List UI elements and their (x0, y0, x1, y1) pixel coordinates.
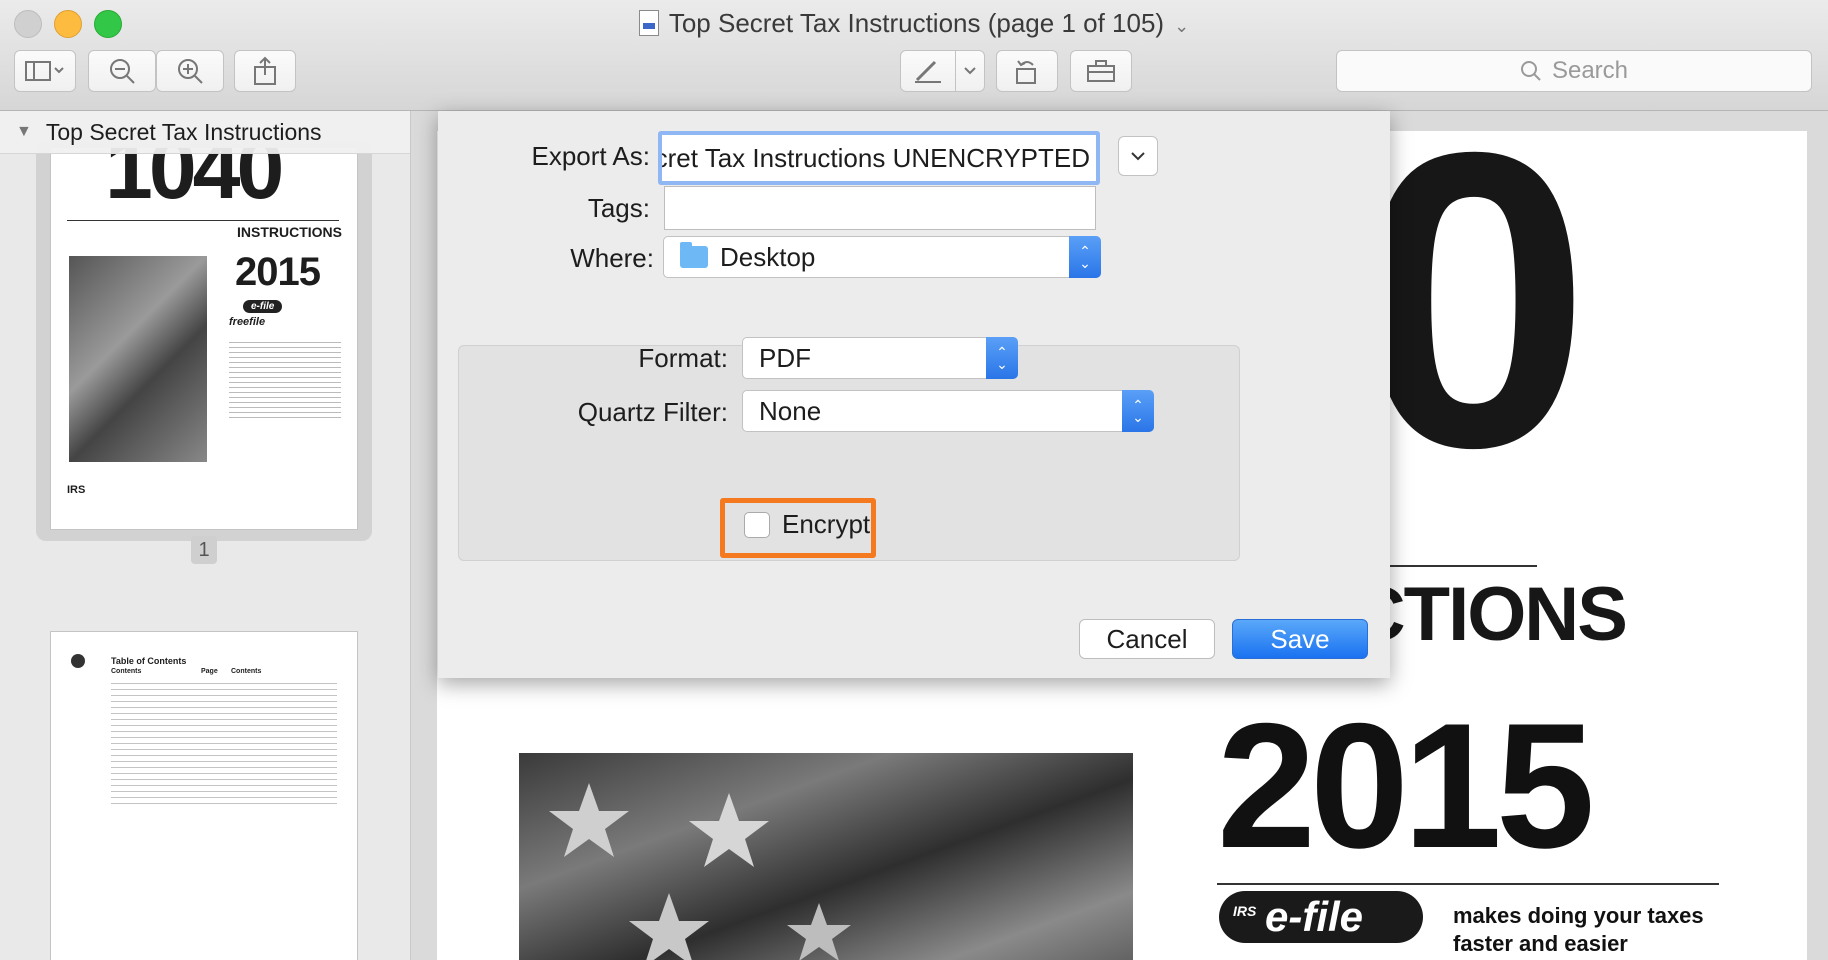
thumb2-seal-icon (71, 654, 85, 668)
thumb-seal-icon: IRS (67, 484, 86, 496)
disclosure-triangle-icon[interactable]: ▼ (16, 123, 32, 141)
export-as-field[interactable]: Secret Tax Instructions UNENCRYPTED (658, 131, 1100, 185)
sidebar-document-header[interactable]: ▼ Top Secret Tax Instructions (0, 111, 410, 154)
thumb-freefile: freefile (229, 316, 266, 328)
thumb-year: 2015 (235, 250, 321, 294)
chevron-down-icon (964, 67, 976, 75)
page-tagline: makes doing your taxes (1453, 903, 1704, 928)
rotate-button[interactable] (996, 50, 1058, 92)
popup-stepper-icon: ⌃ ⌄ (1069, 236, 1101, 278)
encrypt-checkbox[interactable] (744, 512, 770, 538)
search-placeholder: Search (1551, 57, 1629, 84)
flag-stars (549, 783, 851, 960)
sidebar-icon (25, 61, 64, 81)
format-value: PDF (759, 342, 811, 373)
page-number-badge: 1 (191, 536, 217, 564)
save-button[interactable]: Save (1232, 619, 1368, 659)
chevron-down-icon: ⌄ (1174, 16, 1190, 36)
tags-field[interactable] (664, 186, 1096, 230)
zoom-out-button[interactable] (88, 50, 156, 92)
window-title-text: Top Secret Tax Instructions (page 1 of 1… (668, 8, 1165, 38)
efile-prefix: IRS (1233, 903, 1257, 919)
efile-logo-text: e-file (1265, 893, 1364, 940)
share-icon (254, 56, 276, 85)
search-icon (1520, 61, 1541, 81)
pen-icon (915, 60, 941, 83)
window-toolbar: Top Secret Tax Instructions (page 1 of 1… (0, 0, 1828, 111)
expand-dialog-button[interactable] (1118, 136, 1158, 176)
thumb-flag-photo (69, 256, 207, 462)
thumb2-toc-lines (111, 678, 337, 808)
export-dialog: Export As: Secret Tax Instructions UNENC… (438, 111, 1390, 678)
sidebar-view-button[interactable] (14, 50, 76, 92)
page-thumbnail-2[interactable]: Table of Contents Contents Page Contents (50, 631, 358, 960)
where-label: Where: (570, 243, 654, 273)
sidebar-document-name: Top Secret Tax Instructions (45, 118, 322, 145)
flag-photo (519, 753, 1133, 960)
cancel-button[interactable]: Cancel (1079, 619, 1215, 659)
thumb2-col-page: Page (201, 668, 218, 675)
page-year: 2015 (1217, 686, 1595, 885)
zoom-in-icon (178, 59, 203, 84)
thumb-1040: 1040 (105, 147, 284, 217)
quartz-filter-label: Quartz Filter: (577, 397, 728, 427)
encrypt-label[interactable]: Encrypt (782, 509, 870, 540)
page-thumbnail-1[interactable]: 1040 INSTRUCTIONS 2015 e-file freefile I… (50, 147, 358, 530)
format-label: Format: (638, 343, 728, 373)
search-field[interactable]: Search (1336, 50, 1812, 92)
quartz-filter-popup[interactable]: None ⌃ ⌄ (742, 390, 1154, 432)
tags-label: Tags: (587, 193, 650, 223)
thumb2-col-right: Contents (231, 668, 262, 675)
where-value: Desktop (720, 241, 816, 272)
zoom-in-button[interactable] (156, 50, 224, 92)
page-rule-bottom (1217, 883, 1719, 885)
thumb-rule (67, 220, 339, 221)
rotate-icon (1016, 60, 1036, 84)
folder-icon (680, 242, 708, 268)
markup-button[interactable] (900, 50, 956, 92)
quartz-filter-value: None (759, 395, 822, 426)
document-icon (638, 10, 659, 36)
share-button[interactable] (234, 50, 296, 92)
thumb2-toc-heading: Table of Contents (111, 656, 187, 666)
thumbnail-sidebar[interactable]: ▼ Top Secret Tax Instructions 1040 INSTR… (0, 111, 411, 960)
page-tagline-2: faster and easier (1453, 931, 1628, 956)
window-title[interactable]: Top Secret Tax Instructions (page 1 of 1… (0, 4, 1828, 45)
markup-menu-button[interactable] (955, 50, 985, 92)
thumb2-col-left: Contents (111, 668, 142, 675)
chevron-down-icon (1131, 152, 1145, 161)
format-popup[interactable]: PDF ⌃ ⌄ (742, 337, 1018, 379)
popup-stepper-icon: ⌃ ⌄ (986, 337, 1018, 379)
markup-toolbar-button[interactable] (1070, 50, 1132, 92)
thumb-text-lines (229, 338, 341, 418)
toolbox-icon (1087, 60, 1115, 82)
popup-stepper-icon: ⌃ ⌄ (1122, 390, 1154, 432)
where-popup[interactable]: Desktop ⌃ ⌄ (663, 236, 1101, 278)
page-big-numeral: 0 (1357, 111, 1591, 535)
irs-efile-logo: IRS e-file (1219, 891, 1423, 943)
zoom-out-icon (110, 59, 135, 84)
thumb-instructions: INSTRUCTIONS (237, 224, 342, 240)
thumb-efile: e-file (243, 300, 283, 313)
export-as-label: Export As: (531, 141, 651, 171)
